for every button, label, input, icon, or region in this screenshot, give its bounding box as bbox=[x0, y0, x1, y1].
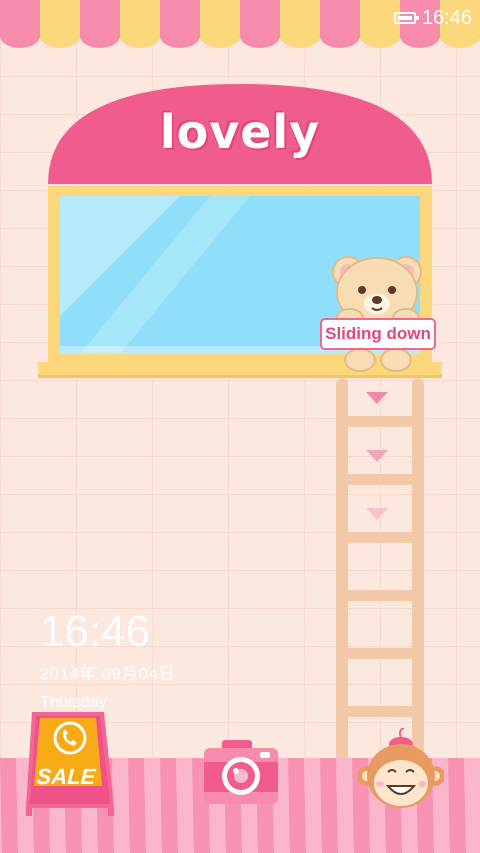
awning-stripe bbox=[0, 0, 40, 48]
slide-down-arrow-icon bbox=[366, 392, 388, 404]
lockscreen-clock: 16:46 2014年 09月04日 Thursday bbox=[40, 606, 176, 712]
awning-stripe bbox=[120, 0, 160, 48]
awning-stripe bbox=[160, 0, 200, 48]
awning-stripe bbox=[240, 0, 280, 48]
clock-time: 16:46 bbox=[40, 607, 151, 656]
ladder-rung bbox=[340, 532, 422, 543]
status-bar: 16:46 bbox=[393, 6, 472, 30]
clock-day: Thursday bbox=[40, 694, 107, 711]
bear-icon[interactable] bbox=[326, 252, 434, 376]
ladder-rung bbox=[340, 648, 422, 659]
awning-stripe bbox=[280, 0, 320, 48]
status-time: 16:46 bbox=[421, 6, 472, 29]
awning-stripe bbox=[320, 0, 360, 48]
camera-icon[interactable] bbox=[204, 740, 278, 806]
shop-sign: lovely bbox=[159, 105, 321, 159]
floor-stripe bbox=[320, 758, 338, 853]
sliding-down-label: Sliding down bbox=[320, 318, 436, 350]
ladder-rung bbox=[340, 590, 422, 601]
floor-stripe bbox=[128, 758, 146, 853]
battery-icon bbox=[393, 12, 419, 24]
floor-stripe bbox=[448, 758, 466, 853]
slide-down-arrow-icon bbox=[366, 450, 388, 462]
awning-stripe bbox=[200, 0, 240, 48]
ladder bbox=[336, 378, 424, 764]
ladder-rung bbox=[340, 474, 422, 485]
ladder-rung bbox=[340, 706, 422, 717]
ladder-rung bbox=[340, 416, 422, 427]
floor-stripe bbox=[0, 758, 18, 853]
slide-down-arrow-icon bbox=[366, 508, 388, 520]
monkey-face-icon[interactable] bbox=[358, 728, 444, 814]
sale-label: SALE bbox=[35, 764, 97, 789]
awning-stripe bbox=[80, 0, 120, 48]
clock-date: 2014年 09月04日 bbox=[40, 666, 176, 683]
floor-stripe bbox=[288, 758, 306, 853]
floor-stripe bbox=[160, 758, 178, 853]
awning-stripe bbox=[40, 0, 80, 48]
